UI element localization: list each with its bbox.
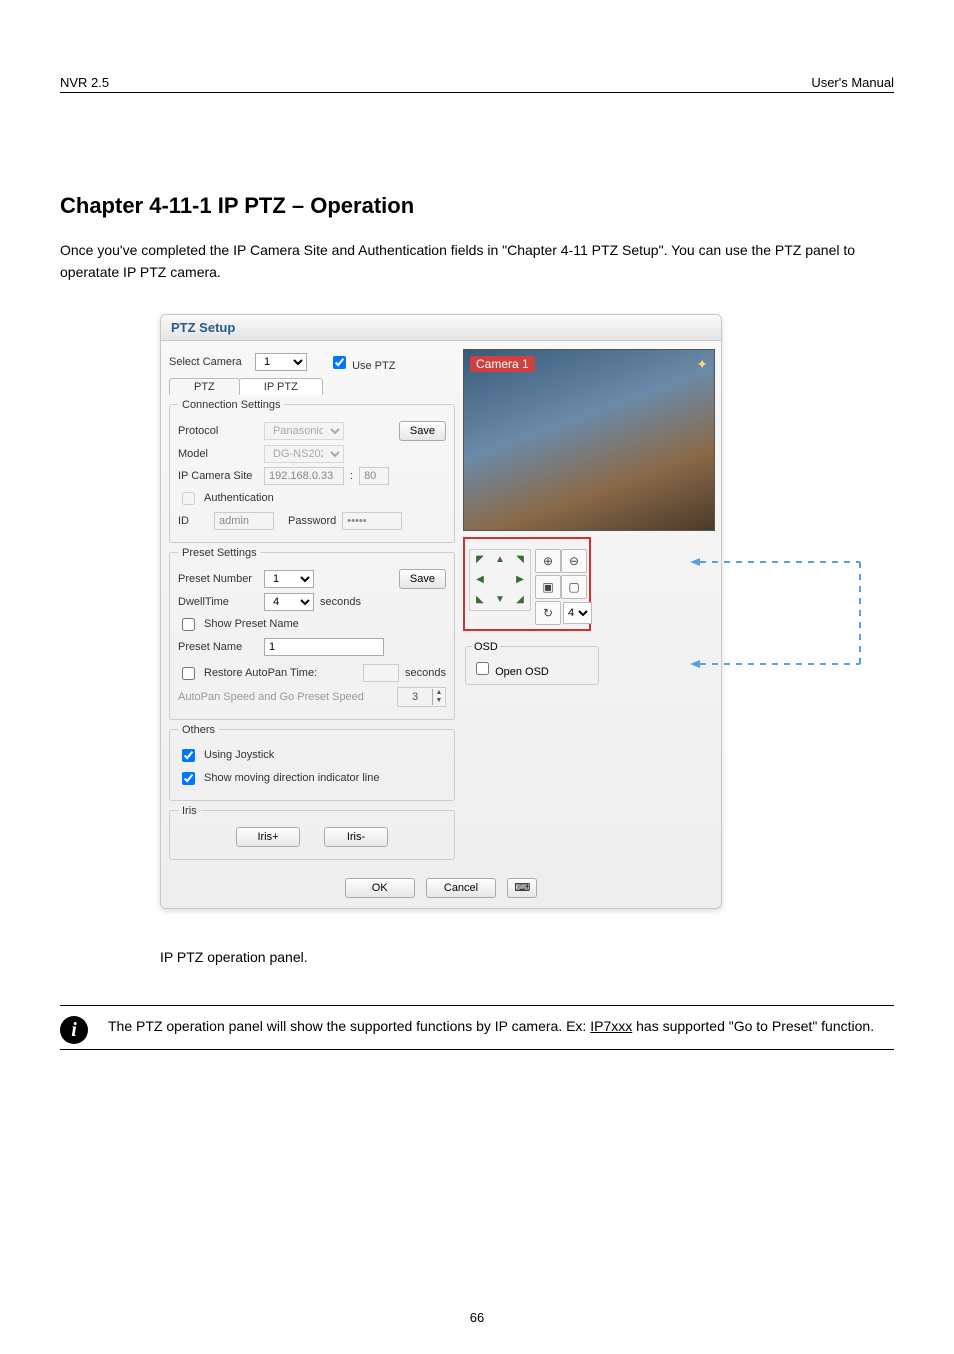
camera-preview: Camera 1 ✦ (463, 349, 715, 531)
intro-text: Once you've completed the IP Camera Site… (60, 239, 894, 284)
dialog-title: PTZ Setup (161, 315, 721, 341)
connection-settings-group: Connection Settings Protocol Panasonic S… (169, 399, 455, 543)
zoom-out-icon[interactable]: ⊖ (561, 549, 587, 573)
using-joystick-label: Using Joystick (204, 749, 274, 761)
restore-autopan-checkbox[interactable] (182, 667, 195, 680)
camera-overlay-icon: ✦ (696, 356, 708, 373)
info-icon: i (60, 1016, 88, 1044)
use-ptz-label: Use PTZ (352, 360, 395, 372)
protocol-label: Protocol (178, 425, 258, 437)
select-camera-dropdown[interactable]: 1 (255, 353, 307, 371)
ip-site-label: IP Camera Site (178, 470, 258, 482)
preset-name-input[interactable] (264, 638, 384, 656)
ptz-setup-dialog: PTZ Setup Select Camera 1 Use PTZ PTZ I (160, 314, 722, 910)
ip-port-input (359, 467, 389, 485)
use-ptz-checkbox[interactable] (333, 356, 346, 369)
osd-group: OSD Open OSD (465, 641, 599, 685)
auth-checkbox (182, 492, 195, 505)
ptz-dpad[interactable]: ◤ ▲ ◥ ◀ ▶ ◣ ▼ ◢ (469, 549, 531, 611)
spinner-down-icon: ▼ (432, 697, 445, 705)
show-indicator-checkbox[interactable] (182, 772, 195, 785)
iris-group: Iris Iris+ Iris- (169, 805, 455, 860)
dpad-down-right-icon[interactable]: ◢ (510, 590, 530, 610)
zoom-in-icon[interactable]: ⊕ (535, 549, 561, 573)
go-preset-dropdown[interactable]: 4 (563, 602, 592, 624)
id-input (214, 512, 274, 530)
page-number: 66 (60, 1310, 894, 1325)
preset-number-label: Preset Number (178, 573, 258, 585)
dpad-up-left-icon[interactable]: ◤ (470, 550, 490, 570)
focus-near-icon[interactable]: ▣ (535, 575, 561, 599)
spinner-up-icon: ▲ (432, 689, 445, 697)
dpad-down-icon[interactable]: ▼ (490, 590, 510, 610)
doc-title-left: NVR 2.5 (60, 75, 109, 90)
show-preset-name-label: Show Preset Name (204, 618, 299, 630)
camera-overlay-label: Camera 1 (470, 356, 535, 372)
ptz-panel-highlight: ◤ ▲ ◥ ◀ ▶ ◣ ▼ ◢ ⊕ (463, 537, 591, 631)
dwell-dropdown[interactable]: 4 (264, 593, 314, 611)
protocol-dropdown: Panasonic (264, 422, 344, 440)
callout-text: IP PTZ operation panel. (160, 949, 894, 965)
preset-save-button[interactable]: Save (399, 569, 446, 589)
ok-button[interactable]: OK (345, 878, 415, 898)
info-text: The PTZ operation panel will show the su… (108, 1016, 874, 1045)
open-osd-checkbox[interactable] (476, 662, 489, 675)
show-indicator-label: Show moving direction indicator line (204, 772, 379, 784)
dpad-up-icon[interactable]: ▲ (490, 550, 510, 570)
tab-ptz[interactable]: PTZ (169, 378, 240, 395)
cancel-button[interactable]: Cancel (426, 878, 496, 898)
go-preset-icon[interactable]: ↻ (535, 601, 561, 625)
dwell-label: DwellTime (178, 596, 258, 608)
restore-autopan-label: Restore AutoPan Time: (204, 667, 317, 679)
preset-number-dropdown[interactable]: 1 (264, 570, 314, 588)
others-group: Others Using Joystick Show moving direct… (169, 724, 455, 801)
using-joystick-checkbox[interactable] (182, 749, 195, 762)
id-label: ID (178, 515, 208, 527)
keyboard-icon-button[interactable]: ⌨ (507, 878, 537, 898)
doc-title-right: User's Manual (811, 75, 894, 90)
connection-save-button[interactable]: Save (399, 421, 446, 441)
model-dropdown: DG-NS202A (264, 445, 344, 463)
focus-far-icon[interactable]: ▢ (561, 575, 587, 599)
select-camera-label: Select Camera (169, 356, 249, 368)
chapter-title: Chapter 4-11-1 IP PTZ – Operation (60, 193, 894, 219)
autopan-speed-spinner: ▲▼ (397, 687, 446, 707)
iris-plus-button[interactable]: Iris+ (236, 827, 300, 847)
dpad-left-icon[interactable]: ◀ (470, 570, 490, 590)
iris-minus-button[interactable]: Iris- (324, 827, 388, 847)
restore-autopan-input (363, 664, 399, 682)
password-label: Password (288, 515, 336, 527)
autopan-speed-label: AutoPan Speed and Go Preset Speed (178, 691, 364, 703)
dpad-down-left-icon[interactable]: ◣ (470, 590, 490, 610)
tab-ip-ptz[interactable]: IP PTZ (239, 378, 323, 395)
auth-label: Authentication (204, 492, 274, 504)
show-preset-name-checkbox[interactable] (182, 618, 195, 631)
model-label: Model (178, 448, 258, 460)
password-input (342, 512, 402, 530)
ip-site-input (264, 467, 344, 485)
preset-settings-group: Preset Settings Preset Number 1 Save Dwe… (169, 547, 455, 720)
open-osd-label: Open OSD (495, 666, 549, 678)
dpad-right-icon[interactable]: ▶ (510, 570, 530, 590)
preset-name-label: Preset Name (178, 641, 258, 653)
dpad-up-right-icon[interactable]: ◥ (510, 550, 530, 570)
